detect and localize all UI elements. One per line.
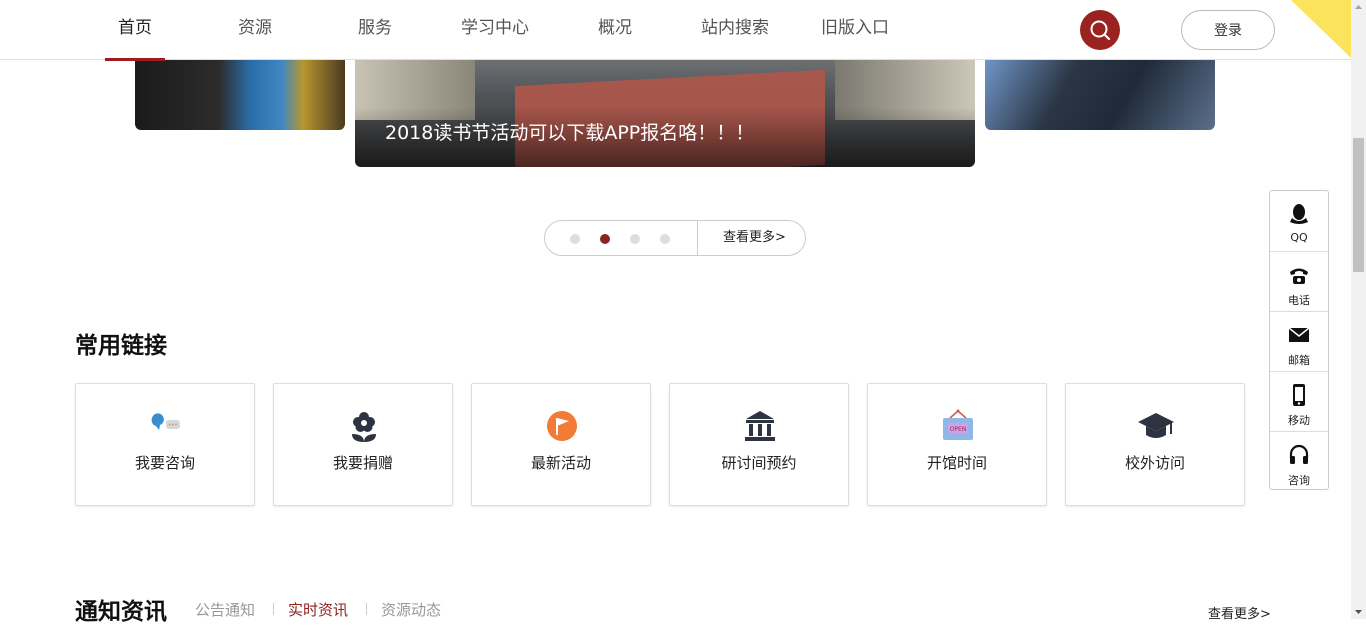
- nav-services[interactable]: 服务: [315, 0, 435, 60]
- scroll-down-arrow-icon[interactable]: [1351, 604, 1366, 619]
- nav-home[interactable]: 首页: [75, 0, 195, 61]
- mobile-icon: [1293, 384, 1305, 406]
- float-label: 移动: [1288, 414, 1310, 427]
- news-section-title: 通知资讯: [75, 599, 167, 625]
- float-item-consult[interactable]: 咨询: [1270, 431, 1328, 491]
- scroll-up-arrow-icon[interactable]: [1351, 0, 1366, 15]
- headset-icon: [1289, 444, 1309, 464]
- tab-announcements[interactable]: 公告通知: [195, 599, 255, 620]
- nav-learning-center[interactable]: 学习中心: [435, 0, 555, 60]
- consult-icon: [151, 413, 180, 430]
- search-button[interactable]: [1080, 10, 1120, 50]
- link-card-label: 最新活动: [530, 454, 591, 472]
- link-card-label: 我要捐赠: [332, 454, 393, 472]
- login-button[interactable]: 登录: [1181, 10, 1275, 50]
- link-card-label: 我要咨询: [134, 454, 195, 472]
- corner-decoration: [1291, 0, 1351, 58]
- float-item-mobile[interactable]: 移动: [1270, 371, 1328, 431]
- nav-resources[interactable]: 资源: [195, 0, 315, 60]
- nav-site-search[interactable]: 站内搜索: [675, 0, 795, 60]
- float-label: 咨询: [1288, 474, 1310, 487]
- float-label: 邮箱: [1288, 354, 1310, 367]
- pager-divider: [697, 221, 698, 255]
- tab-realtime-news[interactable]: 实时资讯: [288, 599, 348, 620]
- carousel-prev-slide-image[interactable]: [135, 60, 345, 130]
- link-card-label: 校外访问: [1124, 454, 1185, 472]
- float-item-phone[interactable]: 电话: [1270, 251, 1328, 311]
- phone-icon: [1290, 268, 1308, 284]
- link-card-label: 开馆时间: [926, 454, 987, 472]
- scrollbar-thumb[interactable]: [1353, 138, 1364, 272]
- carousel-caption[interactable]: 2018读书节活动可以下载APP报名咯！！！: [385, 118, 754, 145]
- link-card-off-campus-access[interactable]: 校外访问: [1065, 383, 1245, 506]
- news-more-link[interactable]: 查看更多>: [1208, 603, 1271, 622]
- qq-penguin-icon: [1290, 204, 1308, 224]
- tab-divider: [273, 603, 274, 615]
- link-card-activities[interactable]: 最新活动: [471, 383, 651, 506]
- floating-contact-bar: QQ 电话 邮箱 移动 咨询: [1269, 190, 1329, 490]
- link-card-label: 研讨间预约: [721, 454, 797, 472]
- search-icon: [1090, 20, 1111, 41]
- float-item-qq[interactable]: QQ: [1270, 191, 1328, 251]
- nav-old-version[interactable]: 旧版入口: [795, 0, 915, 60]
- carousel-dot-3[interactable]: [630, 234, 640, 244]
- carousel-next-slide-image[interactable]: [985, 60, 1215, 130]
- carousel-current-slide[interactable]: 2018读书节活动可以下载APP报名咯！！！: [355, 60, 975, 167]
- tab-divider: [366, 603, 367, 615]
- link-card-consult[interactable]: 我要咨询: [75, 383, 255, 506]
- donate-flower-icon: [352, 412, 376, 442]
- flag-icon: [547, 411, 577, 441]
- float-label: 电话: [1288, 294, 1310, 307]
- float-item-mail[interactable]: 邮箱: [1270, 311, 1328, 371]
- mail-icon: [1289, 327, 1309, 342]
- tab-resource-updates[interactable]: 资源动态: [381, 599, 441, 620]
- carousel-more-link[interactable]: 查看更多>: [723, 221, 786, 255]
- carousel-pager: 查看更多>: [544, 220, 806, 256]
- open-sign-icon: OPEN: [943, 409, 973, 440]
- svg-text:OPEN: OPEN: [950, 426, 967, 433]
- carousel-dot-1[interactable]: [570, 234, 580, 244]
- link-card-seminar-booking[interactable]: 研讨间预约: [669, 383, 849, 506]
- link-card-donate[interactable]: 我要捐赠: [273, 383, 453, 506]
- library-building-icon: [745, 411, 775, 441]
- carousel-dot-4[interactable]: [660, 234, 670, 244]
- link-card-opening-hours[interactable]: OPEN 开馆时间: [867, 383, 1047, 506]
- page-scrollbar[interactable]: [1351, 0, 1366, 619]
- carousel-dot-2[interactable]: [600, 234, 610, 244]
- links-section-title: 常用链接: [75, 333, 167, 359]
- float-label: QQ: [1290, 231, 1308, 244]
- nav-overview[interactable]: 概况: [555, 0, 675, 60]
- graduation-cap-icon: [1138, 413, 1174, 438]
- top-navigation-bar: 首页 资源 服务 学习中心 概况 站内搜索 旧版入口 登录: [0, 0, 1351, 61]
